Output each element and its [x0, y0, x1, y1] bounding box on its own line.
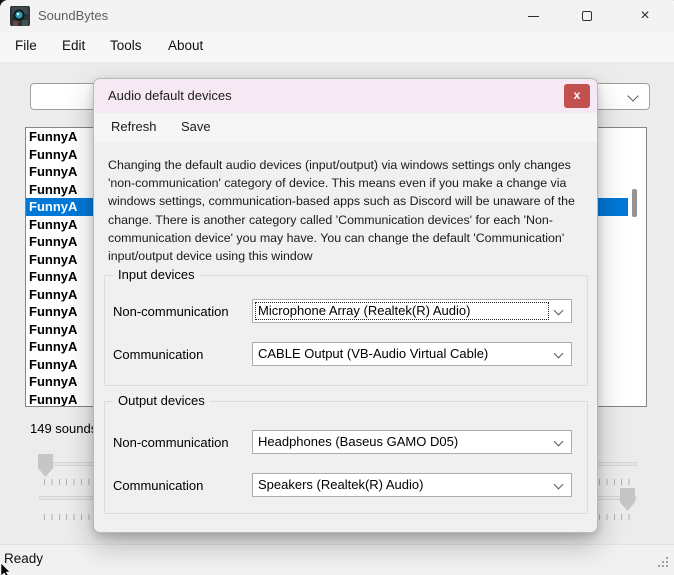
dialog-title: Audio default devices	[108, 88, 232, 103]
input-comm-combobox[interactable]: CABLE Output (VB-Audio Virtual Cable)	[252, 342, 572, 366]
output-comm-combobox[interactable]: Speakers (Realtek(R) Audio)	[252, 473, 572, 497]
dialog-description: Changing the default audio devices (inpu…	[108, 156, 582, 265]
input-noncomm-combobox[interactable]: Microphone Array (Realtek(R) Audio)	[252, 299, 572, 323]
chevron-down-icon	[554, 437, 564, 447]
chevron-down-icon	[554, 306, 564, 316]
input-noncomm-label: Non-communication	[113, 304, 229, 319]
input-noncomm-value: Microphone Array (Realtek(R) Audio)	[258, 303, 470, 318]
chevron-down-icon	[627, 90, 638, 101]
app-icon	[10, 6, 30, 26]
output-comm-value: Speakers (Realtek(R) Audio)	[258, 477, 423, 492]
sound-count-label: 149 sounds	[30, 421, 97, 436]
window-title: SoundBytes	[38, 8, 108, 23]
audio-default-devices-dialog: Audio default devices x Refresh Save Cha…	[93, 78, 598, 533]
maximize-icon	[582, 11, 592, 21]
dialog-titlebar: Audio default devices x	[94, 79, 597, 113]
slider-2-thumb[interactable]	[620, 488, 635, 511]
status-bar: Ready	[0, 544, 674, 575]
dialog-close-button[interactable]: x	[564, 84, 590, 108]
output-noncomm-value: Headphones (Baseus GAMO D05)	[258, 434, 458, 449]
menu-about[interactable]: About	[168, 38, 203, 53]
save-menu-item[interactable]: Save	[181, 119, 211, 134]
soundbytes-window: SoundBytes × File Edit Tools About Funny…	[0, 0, 674, 575]
maximize-button[interactable]	[564, 0, 610, 32]
input-devices-group: Input devices Non-communication Micropho…	[104, 275, 588, 386]
menu-edit[interactable]: Edit	[62, 38, 85, 53]
refresh-menu-item[interactable]: Refresh	[111, 119, 157, 134]
minimize-icon	[528, 16, 539, 17]
output-devices-legend: Output devices	[113, 393, 210, 408]
input-devices-legend: Input devices	[113, 267, 200, 282]
slider-1-thumb[interactable]	[38, 454, 53, 477]
list-scrollbar[interactable]	[632, 189, 637, 217]
menu-tools[interactable]: Tools	[110, 38, 142, 53]
resize-grip-icon[interactable]	[666, 565, 668, 567]
input-comm-label: Communication	[113, 347, 203, 362]
chevron-down-icon	[554, 349, 564, 359]
dialog-menu-strip: Refresh Save	[94, 113, 597, 142]
input-comm-value: CABLE Output (VB-Audio Virtual Cable)	[258, 346, 488, 361]
output-devices-group: Output devices Non-communication Headpho…	[104, 401, 588, 514]
output-noncomm-label: Non-communication	[113, 435, 229, 450]
close-icon: ×	[640, 8, 649, 24]
window-titlebar: SoundBytes ×	[0, 0, 674, 32]
minimize-button[interactable]	[510, 0, 556, 32]
mouse-cursor-icon	[0, 563, 14, 575]
menu-file[interactable]: File	[15, 38, 37, 53]
menu-bar: File Edit Tools About	[0, 32, 674, 62]
output-comm-label: Communication	[113, 478, 203, 493]
output-noncomm-combobox[interactable]: Headphones (Baseus GAMO D05)	[252, 430, 572, 454]
chevron-down-icon	[554, 480, 564, 490]
close-button[interactable]: ×	[622, 0, 668, 32]
